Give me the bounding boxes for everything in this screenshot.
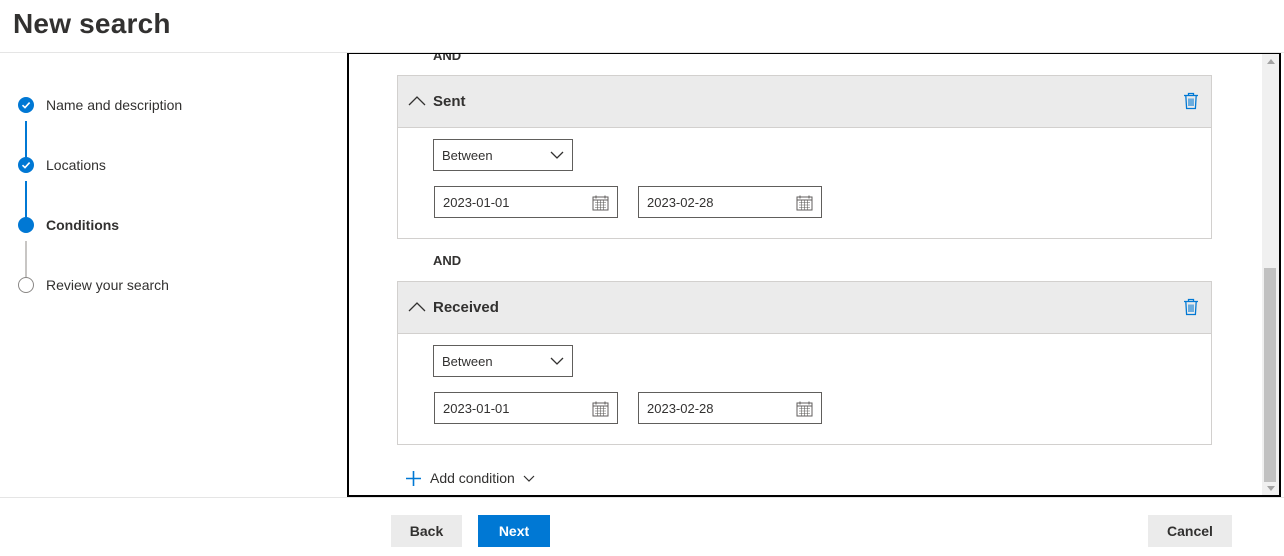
chevron-down-icon (550, 151, 564, 159)
add-condition-label: Add condition (430, 470, 515, 486)
footer-divider (0, 497, 1284, 498)
vertical-scrollbar[interactable] (1262, 54, 1279, 495)
conditions-panel[interactable]: AND Sent Between 2023-01-01 2023-02-28 A… (347, 53, 1281, 497)
step-locations[interactable]: Locations (18, 154, 106, 176)
page-title: New search (13, 8, 171, 39)
start-date-value: 2023-01-01 (443, 400, 510, 416)
step-conditions[interactable]: Conditions (18, 214, 119, 236)
operator-dropdown[interactable]: Between (433, 139, 573, 171)
end-date-picker[interactable]: 2023-02-28 (638, 186, 822, 218)
operator-value: Between (442, 147, 493, 163)
current-step-icon (18, 217, 34, 233)
and-operator-label: AND (433, 53, 462, 63)
plus-icon (406, 470, 421, 486)
check-icon (18, 97, 34, 113)
condition-header[interactable]: Received (398, 282, 1211, 334)
chevron-down-icon (550, 357, 564, 365)
start-date-value: 2023-01-01 (443, 194, 510, 210)
end-date-picker[interactable]: 2023-02-28 (638, 392, 822, 424)
chevron-up-icon[interactable] (408, 300, 426, 314)
wizard-stepper: Name and description Locations Condition… (0, 53, 346, 496)
start-date-picker[interactable]: 2023-01-01 (434, 392, 618, 424)
calendar-icon[interactable] (796, 195, 813, 211)
step-label: Locations (46, 157, 106, 173)
step-label: Name and description (46, 97, 183, 113)
condition-title: Received (433, 299, 499, 316)
start-date-picker[interactable]: 2023-01-01 (434, 186, 618, 218)
cancel-button[interactable]: Cancel (1148, 515, 1232, 547)
condition-card-sent: Sent Between 2023-01-01 2023-02-28 (397, 75, 1212, 239)
condition-title: Sent (433, 93, 466, 110)
step-review-your-search[interactable]: Review your search (18, 274, 169, 296)
chevron-up-icon[interactable] (408, 94, 426, 108)
end-date-value: 2023-02-28 (647, 194, 714, 210)
back-button[interactable]: Back (391, 515, 462, 547)
step-label: Conditions (46, 217, 120, 233)
calendar-icon[interactable] (592, 401, 609, 417)
operator-value: Between (442, 353, 493, 369)
add-condition-button[interactable]: Add condition (405, 467, 535, 489)
and-operator-label: AND (433, 253, 462, 268)
condition-header[interactable]: Sent (398, 76, 1211, 128)
next-button[interactable]: Next (478, 515, 550, 547)
step-name-and-description[interactable]: Name and description (18, 94, 182, 116)
calendar-icon[interactable] (796, 401, 813, 417)
calendar-icon[interactable] (592, 195, 609, 211)
delete-icon[interactable] (1183, 298, 1199, 316)
scroll-up-arrow-icon[interactable] (1262, 54, 1279, 68)
pending-step-icon (18, 277, 34, 293)
condition-card-received: Received Between 2023-01-01 2023-02-28 (397, 281, 1212, 445)
end-date-value: 2023-02-28 (647, 400, 714, 416)
scrollbar-thumb[interactable] (1264, 268, 1276, 482)
delete-icon[interactable] (1183, 92, 1199, 110)
scroll-down-arrow-icon[interactable] (1262, 481, 1279, 495)
operator-dropdown[interactable]: Between (433, 345, 573, 377)
chevron-down-icon (523, 475, 535, 482)
step-label: Review your search (46, 277, 169, 293)
check-icon (18, 157, 34, 173)
